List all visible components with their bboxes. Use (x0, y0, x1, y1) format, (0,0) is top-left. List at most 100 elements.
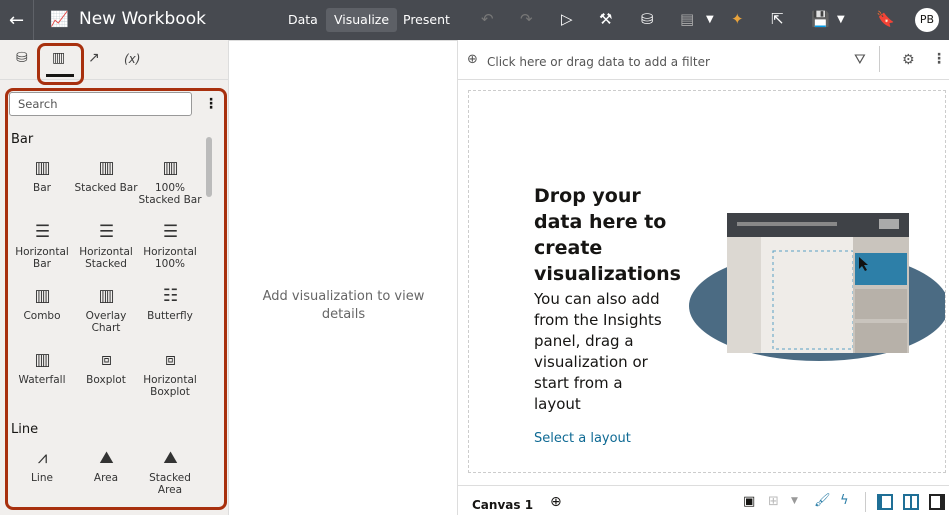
viz-type-item[interactable]: ☷ Butterfly (138, 286, 202, 322)
analytics-icon[interactable]: ↗ (88, 50, 100, 66)
tab-canvas-1[interactable]: Canvas 1 (472, 498, 533, 512)
viz-type-item[interactable]: ☰ Horizontal 100% (138, 222, 202, 270)
viz-type-label: Butterfly (147, 310, 193, 322)
highlight-box (37, 43, 84, 85)
redo-icon[interactable]: ↷ (520, 10, 533, 28)
empty-message: Add visualization to view details (262, 289, 425, 322)
chart-type-icon: ▥ (34, 350, 50, 370)
group-label-line: Line (11, 422, 39, 437)
run-icon[interactable]: ▷ (561, 10, 573, 28)
viz-type-item[interactable]: ▥ Overlay Chart (74, 286, 138, 334)
layout-icon[interactable]: ▣ (743, 494, 755, 509)
insights-icon[interactable]: ✦ (731, 10, 744, 28)
drop-heading: Drop your data here to create visualizat… (534, 185, 681, 285)
add-filter-icon[interactable]: ⊕ (467, 52, 478, 67)
viz-type-label: Boxplot (86, 374, 126, 386)
viz-type-label: Stacked Bar (74, 182, 138, 194)
lightning-icon[interactable]: ϟ (840, 493, 849, 508)
header-bar: ← 📈 New Workbook Data Visualize Present … (0, 0, 949, 40)
viz-type-label: 100% Stacked Bar (138, 182, 202, 206)
chart-type-icon: ⛰ (163, 448, 177, 468)
properties-panel: Add visualization to view details (229, 40, 458, 515)
bookmark-icon[interactable]: 🔖 (876, 10, 895, 28)
viz-type-label: Line (31, 472, 53, 484)
middle-panel-toggle-icon[interactable] (903, 494, 919, 510)
nav-present[interactable]: Present (395, 8, 458, 32)
viz-type-item[interactable]: ☰ Horizontal Stacked (74, 222, 138, 270)
divider (879, 46, 880, 72)
calculations-tab[interactable]: (x) (124, 52, 140, 66)
chart-type-icon: ⧈ (165, 350, 176, 370)
traffic-light-icon[interactable]: ⚙ (902, 52, 915, 68)
left-panel-toggle-icon[interactable] (877, 494, 893, 510)
viz-type-item[interactable]: ⛰ Area (74, 448, 138, 484)
chart-type-icon: ⩘ (37, 448, 48, 468)
viz-type-label: Horizontal Boxplot (143, 374, 197, 398)
right-panel-toggle-icon[interactable] (929, 494, 945, 510)
left-panel: ⛁ ▥ ↗ (x) Search ⋮ Bar ▥ Bar ▥ Stacked Bar ▥… (0, 40, 229, 515)
viz-type-item[interactable]: ▥ Combo (10, 286, 74, 322)
illustration (689, 213, 945, 361)
viz-type-item[interactable]: ⛰ Stacked Area (138, 448, 202, 496)
viz-type-label: Area (93, 472, 119, 484)
back-button[interactable]: ← (0, 0, 34, 40)
comment-icon[interactable]: ▤ (680, 10, 694, 28)
chart-type-icon: ☰ (162, 222, 178, 242)
export-icon[interactable]: ⇱ (771, 10, 784, 28)
nav-data[interactable]: Data (280, 8, 326, 32)
workbook-title[interactable]: New Workbook (79, 9, 206, 29)
chevron-down-icon[interactable]: ▼ (791, 496, 798, 506)
chart-type-icon: ⛰ (99, 448, 113, 468)
viz-type-item[interactable]: ⧈ Horizontal Boxplot (138, 350, 202, 398)
nav-visualize[interactable]: Visualize (326, 8, 398, 32)
canvas-drop-area[interactable]: Drop your data here to create visualizat… (468, 90, 946, 473)
chart-type-icon: ☰ (34, 222, 50, 242)
filter-bar[interactable]: ⊕ Click here or drag data to add a filte… (458, 40, 949, 80)
more-icon[interactable]: ⋮ (932, 51, 946, 67)
panel-tabs: ⛁ ▥ ↗ (x) (0, 40, 229, 85)
tools-icon[interactable]: ⚒ (599, 10, 612, 28)
chart-type-icon: ☷ (162, 286, 178, 306)
chart-type-icon: ▥ (162, 158, 178, 178)
filter-settings-icon[interactable]: ⛛ (854, 52, 866, 68)
chart-type-icon: ▥ (98, 158, 114, 178)
chart-type-icon: ☰ (98, 222, 114, 242)
data-icon[interactable]: ⛁ (16, 50, 28, 66)
viz-type-label: Horizontal Bar (15, 246, 69, 270)
select-layout-link[interactable]: Select a layout (534, 431, 674, 446)
viz-type-label: Combo (23, 310, 61, 322)
viz-type-item[interactable]: ▥ Waterfall (10, 350, 74, 386)
viz-type-item[interactable]: ▥ Stacked Bar (74, 158, 138, 194)
chart-type-icon: ▥ (34, 158, 50, 178)
brush-icon[interactable]: 🖌 (814, 493, 831, 508)
viz-type-item[interactable]: ⧈ Boxplot (74, 350, 138, 386)
chevron-down-icon[interactable]: ▼ (706, 14, 714, 25)
divider (865, 492, 866, 512)
canvas-tabs-bar: Canvas 1 ⊕ ▣ ⊞ ▼ 🖌 ϟ (458, 485, 949, 515)
grid-icon[interactable]: ⊞ (768, 494, 779, 509)
chart-type-icon: ⧈ (101, 350, 112, 370)
viz-type-label: Horizontal 100% (143, 246, 197, 270)
avatar[interactable]: PB (915, 8, 939, 32)
chevron-down-icon[interactable]: ▼ (837, 14, 845, 25)
group-label-bar: Bar (11, 132, 34, 147)
workbook-icon: 📈 (50, 10, 69, 28)
filter-placeholder[interactable]: Click here or drag data to add a filter (487, 55, 710, 69)
viz-type-label: Overlay Chart (85, 310, 127, 334)
viz-type-item[interactable]: ☰ Horizontal Bar (10, 222, 74, 270)
viz-type-label: Waterfall (18, 374, 66, 386)
chart-type-icon: ▥ (98, 286, 114, 306)
viz-type-label: Bar (33, 182, 51, 194)
scrollbar[interactable] (206, 137, 212, 197)
save-icon[interactable]: 💾 (811, 10, 830, 28)
add-canvas-icon[interactable]: ⊕ (550, 494, 562, 510)
drop-body: You can also add from the Insights panel… (534, 290, 662, 413)
viz-type-item[interactable]: ⩘ Line (10, 448, 74, 484)
viz-type-label: Stacked Area (149, 472, 191, 496)
viz-type-item[interactable]: ▥ 100% Stacked Bar (138, 158, 202, 206)
data-refresh-icon[interactable]: ⛁ (641, 10, 654, 28)
undo-icon[interactable]: ↶ (481, 10, 494, 28)
chart-type-icon: ▥ (34, 286, 50, 306)
viz-type-label: Horizontal Stacked (79, 246, 133, 270)
viz-type-item[interactable]: ▥ Bar (10, 158, 74, 194)
